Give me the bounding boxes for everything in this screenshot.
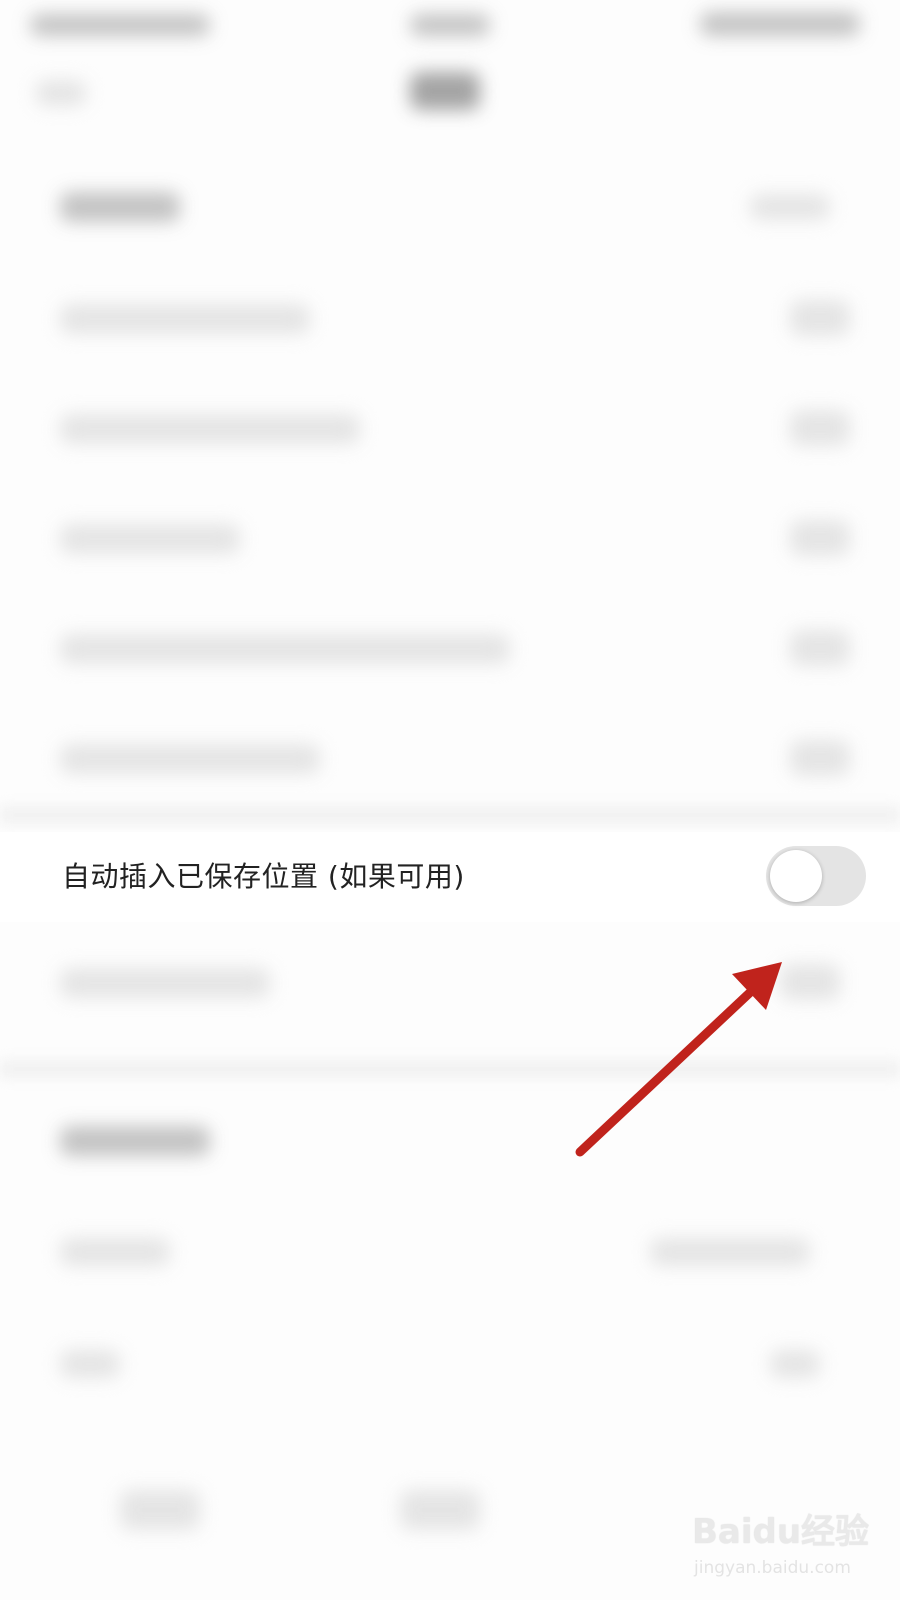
row-4-toggle xyxy=(790,520,850,556)
row-3-toggle xyxy=(790,410,850,446)
row-6-toggle xyxy=(790,740,850,776)
row-8-label xyxy=(60,968,270,998)
row-5-toggle xyxy=(790,630,850,666)
nav-back xyxy=(36,80,86,106)
auto-insert-saved-location-label: 自动插入已保存位置 (如果可用) xyxy=(62,860,465,893)
settings-screen: 自动插入已保存位置 (如果可用) Baidu经验 jingyan.baidu.c… xyxy=(0,0,900,1600)
baidu-jingyan-watermark: Baidu经验 jingyan.baidu.com xyxy=(688,1500,888,1590)
row-1-value xyxy=(750,194,830,220)
status-bar-left xyxy=(30,14,210,36)
row-2-toggle xyxy=(790,300,850,336)
status-bar-right xyxy=(700,12,860,36)
status-bar-center xyxy=(410,14,490,36)
row-5-label xyxy=(60,634,510,664)
auto-insert-saved-location-toggle[interactable] xyxy=(766,846,866,906)
row-10-label xyxy=(60,1350,120,1378)
row-8-toggle xyxy=(780,964,840,1000)
row-10-value xyxy=(770,1350,820,1378)
watermark-brand: Baidu经验 xyxy=(692,1512,870,1552)
row-3-label xyxy=(60,414,360,444)
bottom-nav-item xyxy=(120,1490,200,1530)
section-divider xyxy=(0,806,900,824)
row-9-value xyxy=(650,1238,810,1266)
section-2-header xyxy=(60,1126,210,1156)
row-2-label xyxy=(60,304,310,334)
nav-title xyxy=(410,72,480,110)
section-divider xyxy=(0,1060,900,1078)
row-9-label xyxy=(60,1238,170,1266)
row-1-label xyxy=(60,192,180,222)
watermark-url: jingyan.baidu.com xyxy=(694,1558,851,1578)
bottom-nav-item xyxy=(400,1490,480,1530)
row-6-label xyxy=(60,744,320,774)
toggle-knob xyxy=(770,850,822,902)
blurred-background-content xyxy=(0,0,900,1600)
row-4-label xyxy=(60,524,240,554)
auto-insert-saved-location-row[interactable]: 自动插入已保存位置 (如果可用) xyxy=(0,832,900,922)
